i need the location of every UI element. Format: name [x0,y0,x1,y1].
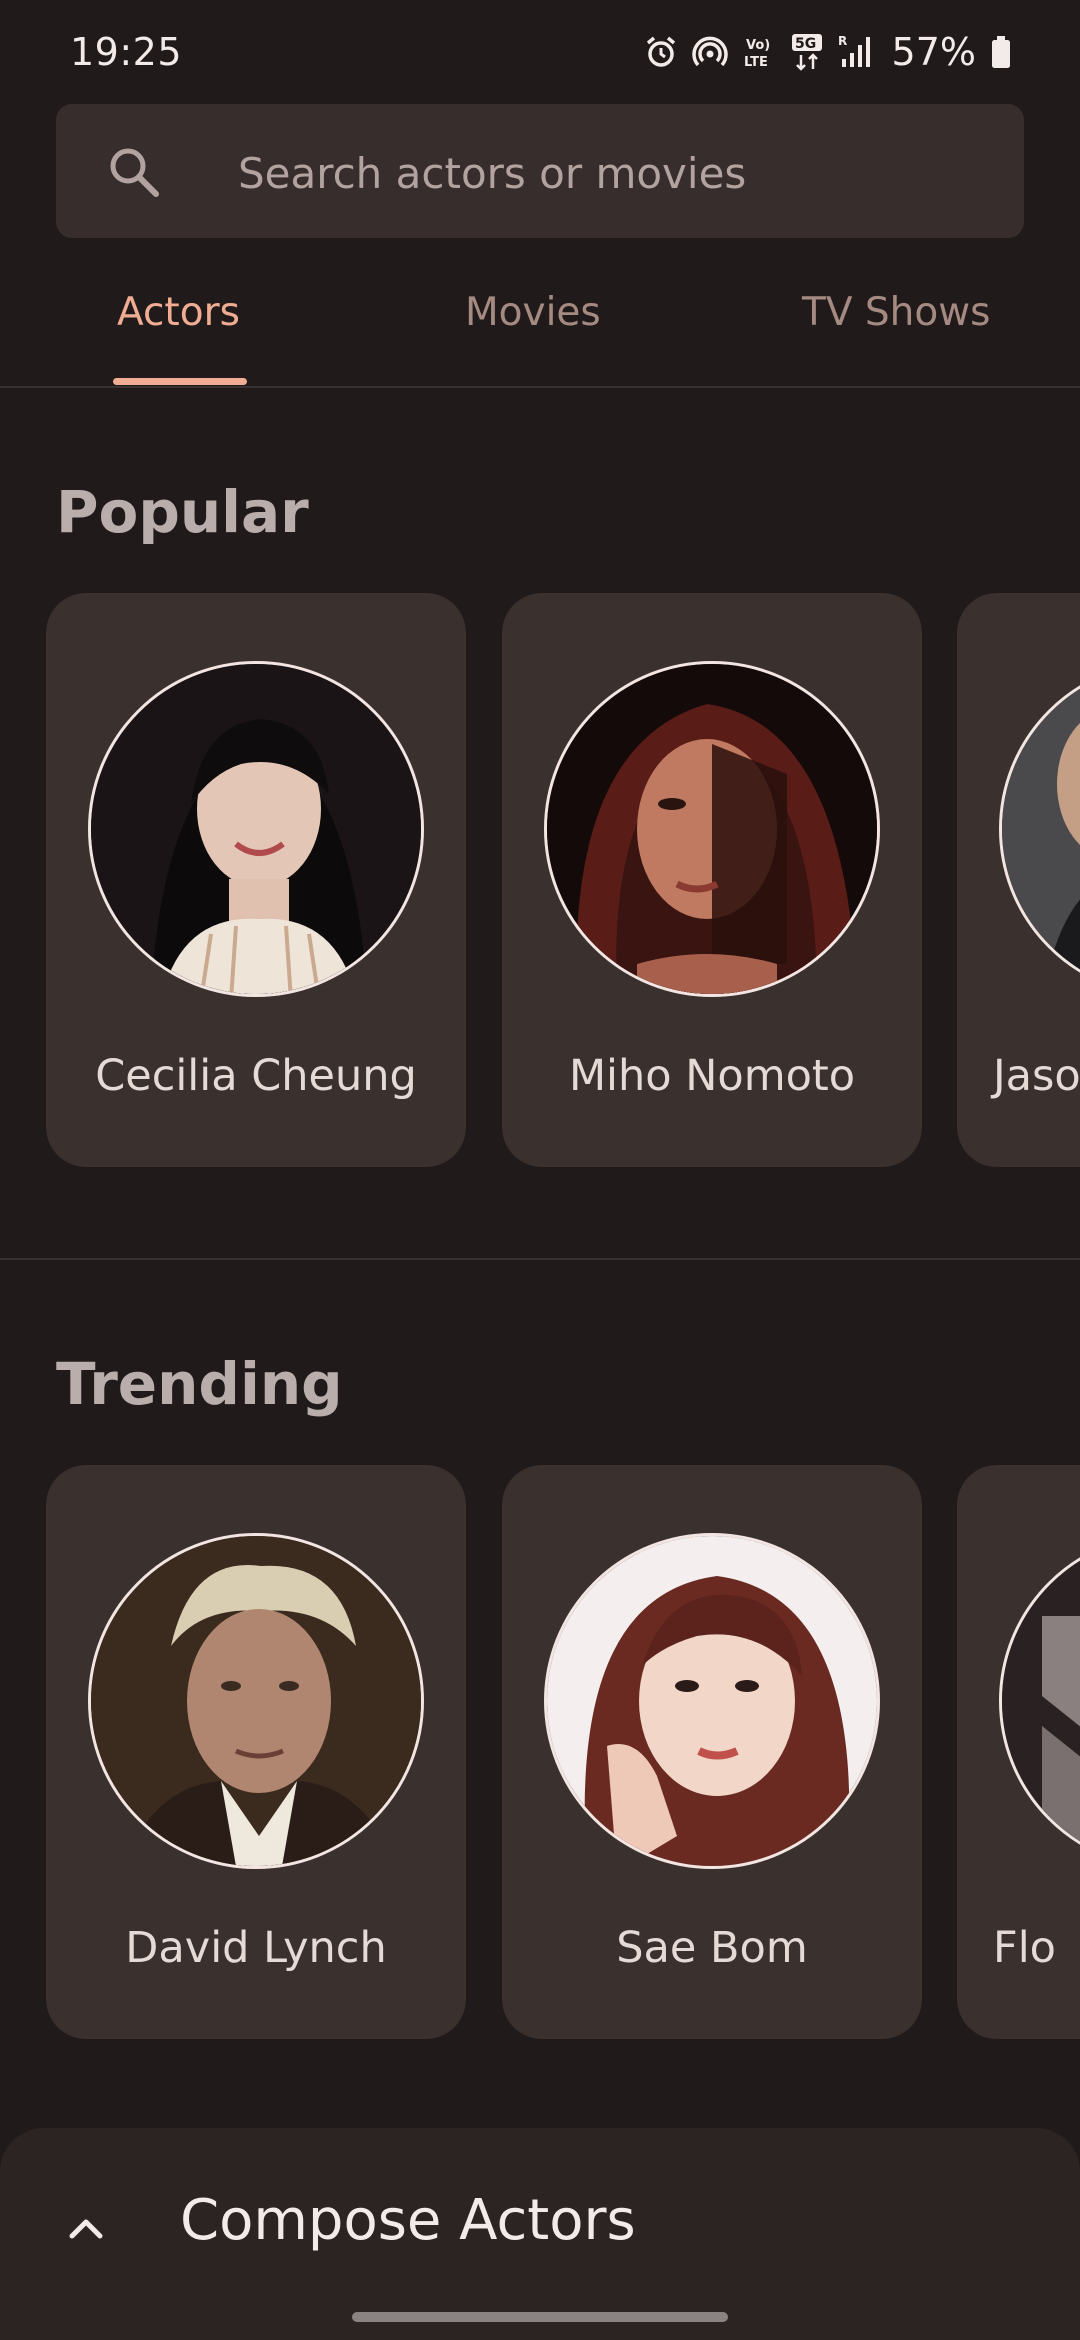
tab-bar: Actors Movies TV Shows [0,260,1080,388]
svg-text:Vo): Vo) [746,38,770,53]
tab-actors[interactable]: Actors [117,290,240,335]
hotspot-icon [691,36,728,67]
status-time: 19:25 [70,30,183,74]
section-title-popular: Popular [56,478,309,546]
actor-card-cecilia-cheung[interactable]: Cecilia Cheung [46,593,466,1167]
actor-avatar [544,1533,880,1869]
actor-name: Jaso [993,1051,1080,1101]
tab-tv-shows[interactable]: TV Shows [802,290,990,335]
actor-name: Miho Nomoto [568,1051,856,1101]
actor-card-jaso[interactable]: Jaso [957,593,1080,1167]
svg-text:5G: 5G [795,36,816,52]
search-bar[interactable]: Search actors or movies [56,104,1024,238]
actor-name: Flo [993,1923,1056,1973]
actor-card-flo[interactable]: Flo [957,1465,1080,2039]
tab-indicator [113,378,247,385]
5g-icon: 5G [791,34,822,71]
bottom-sheet-title: Compose Actors [180,2188,636,2253]
battery-icon [992,36,1010,68]
actor-name: David Lynch [125,1923,387,1973]
home-indicator[interactable] [352,2312,728,2322]
actor-avatar [544,661,880,997]
actor-name: Sae Bom [616,1923,808,1973]
screen: 19:25 Vo) LTE 5G R 57% Search actors or … [0,0,1080,2340]
section-title-trending: Trending [56,1350,343,1418]
status-icons: Vo) LTE 5G R 57% [644,28,1012,76]
battery-percent: 57% [891,30,976,74]
svg-text:R: R [838,34,847,48]
actor-avatar [999,661,1080,997]
signal-icon: R [838,34,870,67]
status-bar: 19:25 Vo) LTE 5G R 57% [0,0,1080,100]
actor-avatar [88,661,424,997]
search-icon [110,148,159,197]
volte-icon: Vo) LTE [744,38,770,70]
actor-card-sae-bom[interactable]: Sae Bom [502,1465,922,2039]
actor-card-david-lynch[interactable]: David Lynch [46,1465,466,2039]
actor-avatar [999,1533,1080,1869]
bottom-sheet[interactable]: Compose Actors [0,2128,1080,2340]
actor-name: Cecilia Cheung [95,1051,417,1101]
tab-movies[interactable]: Movies [465,290,601,335]
section-divider [0,1258,1080,1260]
search-input[interactable]: Search actors or movies [238,149,746,198]
actor-card-miho-nomoto[interactable]: Miho Nomoto [502,593,922,1167]
chevron-up-icon[interactable] [66,2214,106,2242]
svg-text:LTE: LTE [744,55,768,70]
alarm-icon [646,36,675,67]
actor-avatar [88,1533,424,1869]
